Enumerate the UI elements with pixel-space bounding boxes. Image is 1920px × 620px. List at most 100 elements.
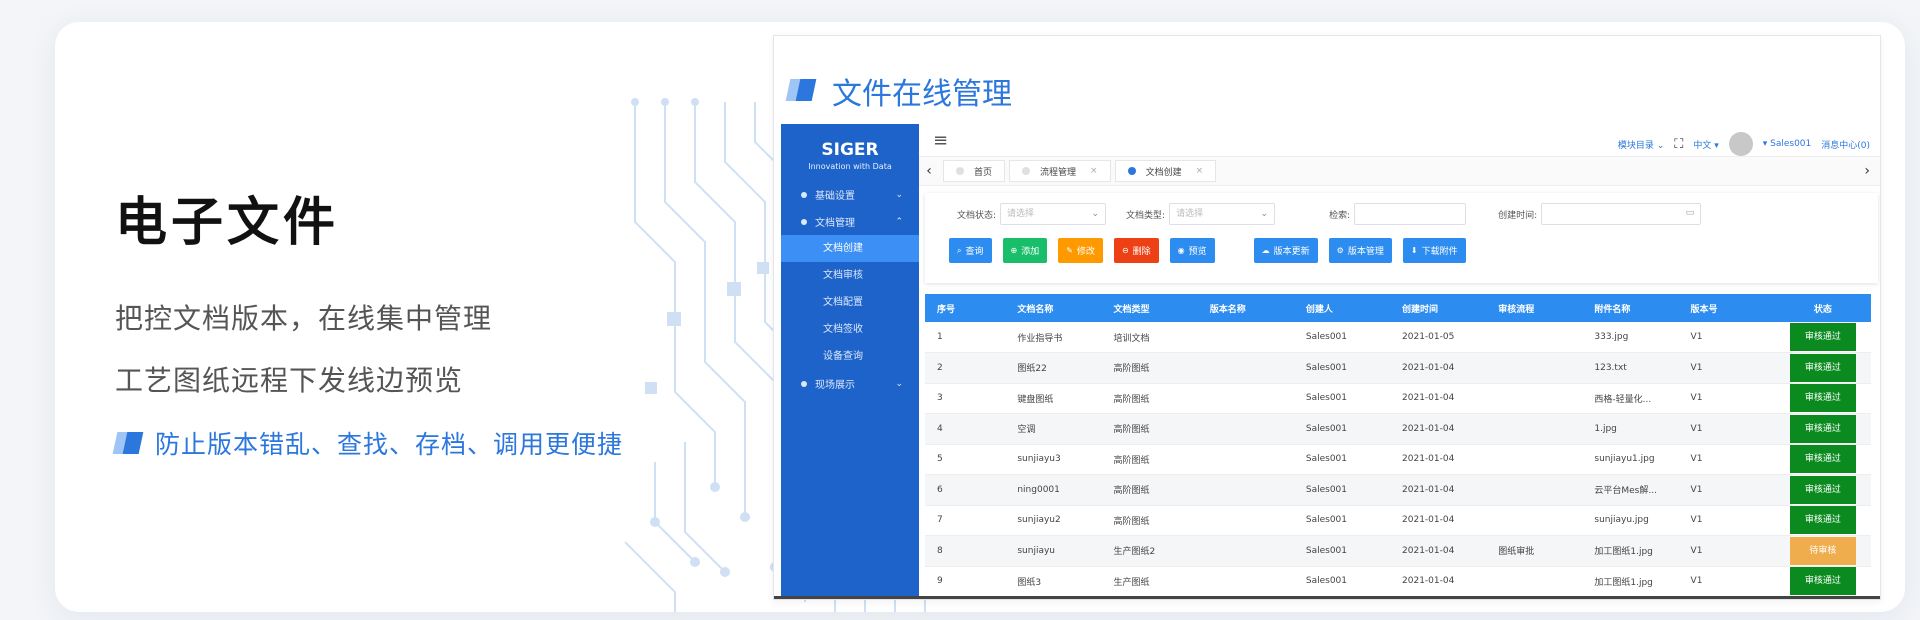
sidebar-item-doc-signoff[interactable]: 文档签收 (781, 316, 919, 343)
doc-type-select[interactable]: 请选择 ⌄ (1169, 203, 1276, 225)
table-cell: V1 (1678, 474, 1775, 506)
sidebar-item-doc-create[interactable]: 文档创建 (781, 235, 919, 262)
chevron-down-icon: ⌄ (895, 378, 903, 389)
table-row[interactable]: 1 作业指导书 培训文档 Sales001 2021-01-05 333.jpg V1 审核通… (925, 322, 1871, 353)
tab-label: 文档创建 (1145, 167, 1182, 178)
table-row[interactable]: 3 键盘图纸 高阶图纸 Sales001 2021-01-04 西格-轻量化... V1 审核… (925, 383, 1871, 414)
message-center-link[interactable]: 消息中心(0) (1821, 138, 1870, 151)
module-directory-dropdown[interactable]: 模块目录 ⌄ (1618, 138, 1664, 151)
chevron-right-icon[interactable]: › (1864, 163, 1870, 179)
tab-home[interactable]: 首页 (943, 160, 1006, 182)
status-cell: 审核通过 (1774, 413, 1871, 445)
sidebar-group-onsite-display[interactable]: 现场展示 ⌄ (781, 370, 919, 397)
table-cell: Sales001 (1293, 413, 1391, 445)
status-cell: 审核通过 (1774, 474, 1871, 506)
query-button[interactable]: ⌕ 查询 (949, 238, 992, 263)
button-label: 修改 (1076, 247, 1095, 257)
delete-button[interactable]: ⊖ 删除 (1113, 238, 1159, 263)
select-placeholder: 请选择 (1007, 209, 1035, 219)
window-title: 文件在线管理 (785, 69, 1012, 113)
table-cell: 图纸3 (1005, 566, 1102, 597)
table-cell: 空调 (1005, 413, 1102, 445)
status-cell: 审核通过 (1774, 566, 1871, 597)
table-cell (1197, 444, 1294, 475)
chevron-left-icon[interactable]: ‹ (919, 163, 939, 179)
avatar[interactable] (1728, 132, 1753, 156)
minus-icon: ⊖ (1121, 246, 1129, 255)
column-header: 文档名称 (1005, 294, 1102, 322)
select-placeholder: 请选择 (1176, 209, 1204, 219)
table-cell: V1 (1678, 566, 1775, 597)
eye-icon: ◉ (1177, 246, 1185, 255)
button-label: 添加 (1021, 247, 1040, 257)
close-icon[interactable]: × (1090, 166, 1098, 176)
table-cell: 加工图纸1.jpg (1582, 566, 1679, 597)
status-badge: 审核通过 (1789, 384, 1856, 413)
chevron-up-icon: ⌃ (895, 216, 903, 227)
tab-doc-create[interactable]: 文档创建 × (1114, 160, 1217, 182)
button-label: 预览 (1188, 247, 1207, 257)
user-dropdown[interactable]: ▾ Sales001 (1763, 139, 1812, 149)
table-cell: Sales001 (1293, 383, 1391, 414)
sidebar-group-basic-settings[interactable]: 基础设置 ⌄ (781, 181, 919, 208)
table-cell: Sales001 (1293, 322, 1391, 353)
version-update-button[interactable]: ☁ 版本更新 (1253, 238, 1318, 263)
table-cell (1486, 474, 1583, 506)
download-attachment-button[interactable]: ⬇ 下载附件 (1402, 238, 1466, 263)
status-badge: 审核通过 (1789, 567, 1856, 596)
created-time-picker[interactable]: ▭ (1541, 203, 1702, 225)
table-cell: 生产图纸2 (1101, 535, 1198, 567)
button-label: 删除 (1132, 247, 1151, 257)
table-row[interactable]: 4 空调 高阶图纸 Sales001 2021-01-04 1.jpg V1 审核通过 (925, 413, 1871, 445)
table-row[interactable]: 7 sunjiayu2 高阶图纸 Sales001 2021-01-04 sunjiayu… (925, 505, 1871, 536)
tab-process-management[interactable]: 流程管理 × (1009, 160, 1111, 182)
sidebar-group-label: 文档管理 (815, 218, 855, 229)
calendar-icon: ▭ (1685, 208, 1695, 218)
sidebar: SIGER Innovation with Data 基础设置 ⌄ 文档管理 ⌃… (781, 124, 919, 596)
sidebar-item-device-query[interactable]: 设备查询 (781, 343, 919, 370)
action-buttons: ⌕ 查询 ⊕ 添加 ✎ 修改 ⊖ 删除 ◉ 预览 ☁ 版本更新 ⚙ 版本管理 ⬇ 下载附件 (949, 238, 1477, 263)
search-input[interactable] (1354, 203, 1467, 225)
topbar-right: 模块目录 ⌄ ⛶ 中文 ▾ ▾ Sales001 消息中心(0) (1618, 132, 1870, 156)
version-manage-button[interactable]: ⚙ 版本管理 (1328, 238, 1392, 263)
column-header: 序号 (925, 294, 1006, 322)
language-dropdown[interactable]: 中文 ▾ (1693, 138, 1718, 151)
table-cell: ning0001 (1005, 474, 1102, 506)
status-badge: 审核通过 (1789, 475, 1856, 504)
doc-type-field: 文档类型: 请选择 ⌄ (1126, 203, 1276, 225)
table-cell: 333.jpg (1582, 322, 1679, 353)
edit-button[interactable]: ✎ 修改 (1058, 238, 1103, 263)
blocks-icon (785, 77, 820, 105)
status-cell: 审核通过 (1774, 383, 1871, 414)
table-cell: Sales001 (1293, 566, 1391, 597)
add-button[interactable]: ⊕ 添加 (1002, 238, 1048, 263)
sidebar-group-doc-management[interactable]: 文档管理 ⌃ (781, 208, 919, 235)
table-cell: 7 (925, 505, 1006, 536)
table-cell: 8 (925, 535, 1006, 567)
table-cell (1486, 322, 1583, 353)
doc-status-select[interactable]: 请选择 ⌄ (1000, 203, 1107, 225)
preview-button[interactable]: ◉ 预览 (1169, 238, 1215, 263)
table-cell: Sales001 (1293, 505, 1391, 536)
table-row[interactable]: 5 sunjiayu3 高阶图纸 Sales001 2021-01-04 sunjiayu… (925, 444, 1871, 475)
table-row[interactable]: 8 sunjiayu 生产图纸2 Sales001 2021-01-04 图纸审批 加工图纸… (925, 535, 1871, 567)
table-row[interactable]: 2 图纸22 高阶图纸 Sales001 2021-01-04 123.txt V1 审核通过 (925, 352, 1871, 384)
brand-logo: SIGER (821, 140, 879, 160)
table-cell (1197, 352, 1294, 384)
hero-hint: 防止版本错乱、查找、存档、调用更便捷 (112, 425, 623, 461)
menu-icon[interactable]: ≡ (933, 130, 948, 151)
fullscreen-icon[interactable]: ⛶ (1674, 137, 1683, 152)
table-row[interactable]: 9 图纸3 生产图纸 Sales001 2021-01-04 加工图纸1.jpg V1 审核通… (925, 566, 1871, 597)
table-cell: 2021-01-04 (1390, 535, 1487, 567)
table-cell: 加工图纸1.jpg (1582, 535, 1679, 567)
sidebar-item-doc-review[interactable]: 文档审核 (781, 262, 919, 289)
column-header: 创建时间 (1390, 294, 1487, 322)
plus-icon: ⊕ (1010, 246, 1018, 255)
table-cell: 作业指导书 (1005, 322, 1102, 353)
table-cell: Sales001 (1293, 352, 1391, 384)
close-icon[interactable]: × (1196, 166, 1204, 176)
table-row[interactable]: 6 ning0001 高阶图纸 Sales001 2021-01-04 云平台Mes解..… (925, 474, 1871, 506)
button-label: 下载附件 (1421, 247, 1458, 257)
table-cell: V1 (1678, 352, 1775, 384)
sidebar-item-doc-config[interactable]: 文档配置 (781, 289, 919, 316)
